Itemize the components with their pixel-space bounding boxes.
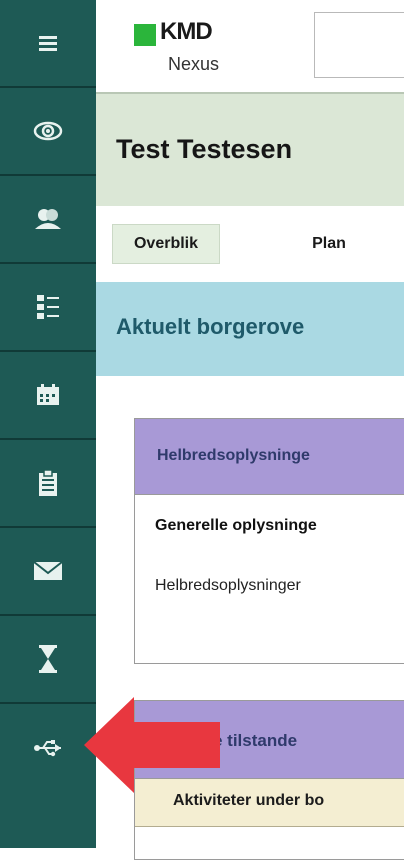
sidebar-item-timer[interactable] xyxy=(0,616,96,704)
red-arrow-annotation xyxy=(84,697,220,793)
sidebar-item-mail[interactable] xyxy=(0,528,96,616)
eye-icon xyxy=(33,121,63,141)
sidebar-item-checklist[interactable] xyxy=(0,264,96,352)
clipboard-icon xyxy=(39,469,57,496)
logo-main-text: KMD xyxy=(160,18,213,45)
menu-icon xyxy=(39,36,57,51)
section-title: Aktuelt borgerove xyxy=(116,314,305,339)
activities-subheader-label: Aktiviteter under bo xyxy=(173,792,325,809)
checklist-icon xyxy=(37,295,59,319)
conditions-card-title: e tilstande xyxy=(213,731,298,750)
users-icon xyxy=(35,209,61,229)
kmd-logo-mark xyxy=(134,24,156,46)
sidebar-menu-button[interactable] xyxy=(0,0,96,88)
sidebar-item-citizens[interactable] xyxy=(0,176,96,264)
health-card: Helbredsoplysninge Generelle oplysninge … xyxy=(134,418,404,664)
health-info-link[interactable]: Helbredsoplysninger xyxy=(155,577,301,595)
patient-header: Test Testesen xyxy=(96,92,404,206)
health-card-title: Helbredsoplysninge xyxy=(157,447,310,464)
mail-icon xyxy=(33,561,63,580)
sidebar-item-calendar[interactable] xyxy=(0,352,96,440)
health-card-header[interactable]: Helbredsoplysninge xyxy=(135,419,404,495)
section-header: Aktuelt borgerove xyxy=(96,282,404,376)
tab-overview[interactable]: Overblik xyxy=(112,224,220,264)
logo-sub-text: Nexus xyxy=(168,54,220,74)
calendar-icon xyxy=(37,384,59,405)
sidebar-item-overview[interactable] xyxy=(0,88,96,176)
patient-name: Test Testesen xyxy=(116,134,293,164)
tab-plan[interactable]: Plan xyxy=(300,224,358,264)
sidebar-item-documents[interactable] xyxy=(0,440,96,528)
tab-bar: Overblik Plan xyxy=(96,206,404,282)
hourglass-icon xyxy=(39,645,57,673)
search-input[interactable] xyxy=(314,12,404,78)
usb-icon xyxy=(34,740,61,757)
general-info-title: Generelle oplysninge xyxy=(155,517,317,534)
app-header: KMD Nexus xyxy=(96,0,404,92)
